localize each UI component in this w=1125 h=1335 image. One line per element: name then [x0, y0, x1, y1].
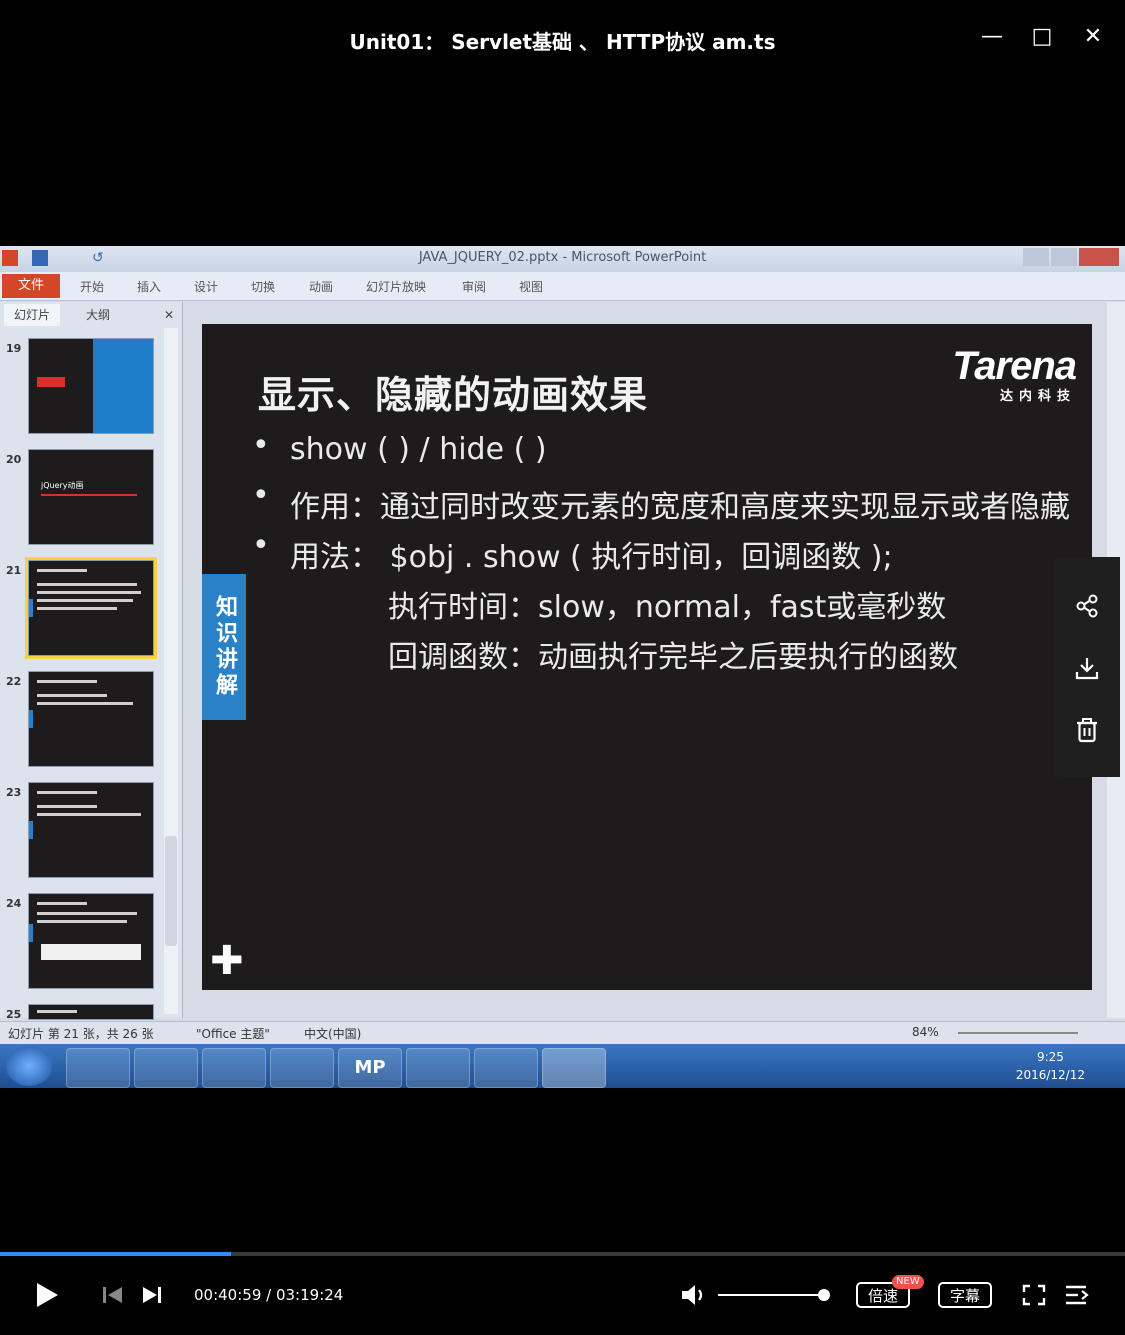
folder-icon [474, 1048, 538, 1088]
plus-icon: ✚ [210, 938, 244, 984]
playlist-icon[interactable] [1064, 1284, 1090, 1306]
thumbnail-number: 19 [6, 342, 22, 355]
powerpoint-ribbon [0, 272, 1125, 301]
progress-fill [0, 1252, 231, 1256]
clock-time: 9:25 [1036, 1050, 1064, 1064]
download-icon[interactable] [1074, 655, 1100, 681]
close-button[interactable]: ✕ [1073, 24, 1113, 60]
powerpoint-statusbar: 幻灯片 第 21 张，共 26 张 "Office 主题" 中文(中国) 84% [0, 1021, 1125, 1044]
share-icon[interactable] [1074, 593, 1100, 619]
next-icon[interactable] [141, 1285, 163, 1305]
volume-knob[interactable] [818, 1289, 830, 1301]
thumbnail-number: 23 [6, 786, 22, 799]
powerpoint-window-controls [1023, 248, 1119, 270]
bullet-dot: • [252, 478, 270, 513]
sub-line-text: 执行时间：slow，normal，fast或毫秒数 [388, 590, 947, 625]
file-tab: 文件 [2, 274, 60, 298]
fullscreen-icon[interactable] [1022, 1284, 1046, 1306]
ribbon-tab-animations: 动画 [309, 280, 334, 294]
tarena-logo: Tarena 达内科技 [952, 344, 1077, 404]
volume-icon[interactable] [680, 1283, 708, 1307]
slide-thumbnail [28, 338, 154, 434]
windows-taskbar: MP 9:25 2016/12/12 [0, 1044, 1125, 1088]
trash-icon[interactable] [1074, 717, 1100, 743]
taskbar-app-icon [406, 1048, 470, 1088]
ribbon-tab-design: 设计 [194, 280, 219, 294]
play-icon[interactable] [34, 1281, 60, 1309]
time-display: 00:40:59 / 03:19:24 [194, 1280, 343, 1310]
maximize-button[interactable]: □ [1022, 24, 1062, 60]
slide-thumbnail [28, 671, 154, 767]
powerpoint-taskbar-icon [542, 1048, 606, 1088]
slide-thumbnail [28, 1004, 154, 1020]
clock-date: 2016/12/12 [1015, 1068, 1085, 1082]
volume-slider[interactable] [718, 1294, 824, 1296]
slide-thumbnail-selected [25, 557, 157, 659]
chrome-icon [202, 1048, 266, 1088]
bullet-dot: • [252, 428, 270, 463]
current-slide: 显示、隐藏的动画效果 Tarena 达内科技 • show ( ) / hide… [202, 324, 1092, 990]
thumbnail-number: 20 [6, 453, 22, 466]
slide-title: 显示、隐藏的动画效果 [258, 373, 649, 417]
side-action-panel [1054, 557, 1120, 777]
powerpoint-titlebar: ↺ JAVA_JQUERY_02.pptx - Microsoft PowerP… [0, 246, 1125, 272]
subtitle-button[interactable]: 字幕 [938, 1282, 993, 1308]
ribbon-tab-view: 视图 [519, 280, 544, 294]
thumbnail-label: jQuery动画 [41, 481, 84, 490]
current-time: 00:40:59 [194, 1286, 262, 1304]
slide-thumbnail [28, 893, 154, 989]
system-clock: 9:25 2016/12/12 [1016, 1048, 1085, 1084]
thumbnail-number: 21 [6, 564, 22, 577]
zoom-text: 84% [912, 1025, 939, 1039]
previous-icon[interactable] [102, 1285, 124, 1305]
ribbon-tab-transitions: 切换 [251, 280, 276, 294]
ribbon-tab-home: 开始 [80, 280, 105, 294]
taskbar-app-icon [66, 1048, 130, 1088]
zoom-slider [958, 1032, 1078, 1034]
language-text: 中文(中国) [304, 1027, 362, 1041]
ribbon-tab-slideshow: 幻灯片放映 [366, 280, 427, 294]
start-button-icon [6, 1046, 52, 1086]
logo-text: Tarena [952, 344, 1077, 388]
bullet-text: show ( ) / hide ( ) [290, 432, 547, 467]
new-badge: NEW [892, 1275, 924, 1289]
panel-tab-outline: 大纲 [85, 308, 110, 322]
time-separator: / [261, 1286, 276, 1304]
video-frame[interactable]: ↺ JAVA_JQUERY_02.pptx - Microsoft PowerP… [0, 246, 1125, 1088]
knowledge-tag: 知识讲解 [202, 574, 246, 720]
ribbon-tab-review: 审阅 [462, 280, 487, 294]
taskbar-app-icon [270, 1048, 334, 1088]
powerpoint-window-title: JAVA_JQUERY_02.pptx - Microsoft PowerPoi… [418, 250, 707, 265]
bullet-text: 作用：通过同时改变元素的宽度和高度来实现显示或者隐藏 [290, 490, 1070, 525]
panel-close-icon: ✕ [163, 308, 175, 322]
thumbnail-number: 24 [6, 897, 22, 910]
taskbar-mp-app: MP [338, 1048, 402, 1088]
taskbar-app-icon [134, 1048, 198, 1088]
thumbnail-number: 25 [6, 1008, 22, 1021]
slide-thumbnail [28, 782, 154, 878]
slide-thumbnail: jQuery动画 [28, 449, 154, 545]
sub-line-text: 回调函数：动画执行完毕之后要执行的函数 [388, 640, 958, 675]
video-title: Unit01： Servlet基础 、 HTTP协议 am.ts [349, 30, 776, 54]
ribbon-tab-insert: 插入 [137, 280, 162, 294]
total-time: 03:19:24 [275, 1286, 344, 1304]
thumbnail-number: 22 [6, 675, 22, 688]
bullet-dot: • [252, 528, 270, 563]
slide-count-text: 幻灯片 第 21 张，共 26 张 [8, 1027, 154, 1041]
theme-text: "Office 主题" [196, 1027, 270, 1041]
panel-tab-slides: 幻灯片 [4, 304, 60, 326]
bullet-text: 用法： $obj . show ( 执行时间，回调函数 ); [290, 540, 893, 575]
thumbnail-scroll-thumb [165, 836, 177, 946]
minimize-button[interactable]: — [972, 24, 1012, 60]
